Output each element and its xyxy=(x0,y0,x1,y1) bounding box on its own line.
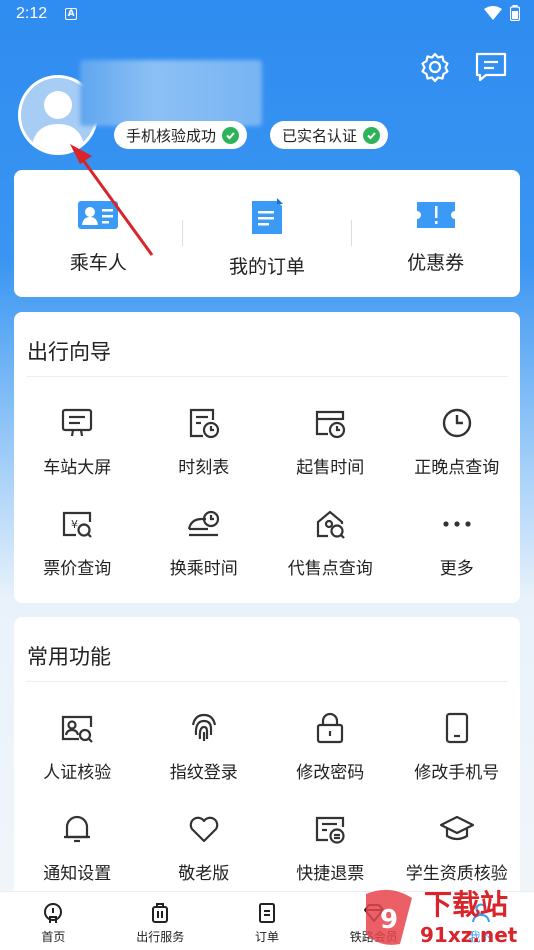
common-notify-settings[interactable]: 通知设置 xyxy=(14,783,141,884)
more-dots-icon xyxy=(439,506,475,542)
guide-transfer-time[interactable]: 换乘时间 xyxy=(141,478,268,579)
sale-time-icon xyxy=(312,405,348,441)
graduation-cap-icon xyxy=(439,811,475,847)
timetable-icon xyxy=(186,405,222,441)
quick-actions-card: 乘车人 我的订单 优惠券 xyxy=(14,170,520,297)
common-label: 指纹登录 xyxy=(169,763,238,783)
wifi-icon xyxy=(484,6,502,20)
bell-icon xyxy=(59,811,95,847)
site-watermark: 9 下载站 91xz.net xyxy=(360,884,530,948)
message-icon[interactable] xyxy=(474,50,508,84)
fingerprint-icon xyxy=(186,710,222,746)
common-change-password[interactable]: 修改密码 xyxy=(267,682,394,783)
common-quick-refund[interactable]: 快捷退票 xyxy=(267,783,394,884)
nav-travel-service[interactable]: 出行服务 xyxy=(107,892,214,950)
travel-guide-card: 出行向导 车站大屏 时刻表 起售时间 正晚点查询 ¥ 票价查询 换乘时间 代售点… xyxy=(14,312,520,603)
common-label: 通知设置 xyxy=(43,864,112,884)
guide-label: 换乘时间 xyxy=(169,559,238,579)
realname-verified-badge: 已实名认证 xyxy=(270,121,389,149)
passenger-card-icon xyxy=(78,201,119,229)
agency-search-icon xyxy=(312,506,348,542)
quick-orders[interactable]: 我的订单 xyxy=(183,170,352,297)
nav-orders[interactable]: 订单 xyxy=(214,892,321,950)
common-elderly-mode[interactable]: 敬老版 xyxy=(141,783,268,884)
guide-grid: 车站大屏 时刻表 起售时间 正晚点查询 ¥ 票价查询 换乘时间 代售点查询 更多 xyxy=(14,377,520,579)
guide-fare-query[interactable]: ¥ 票价查询 xyxy=(14,478,141,579)
order-document-icon xyxy=(252,198,283,234)
quick-passenger[interactable]: 乘车人 xyxy=(14,170,183,297)
common-label: 修改手机号 xyxy=(414,763,500,783)
notification-icon: A xyxy=(65,8,78,20)
guide-more[interactable]: 更多 xyxy=(394,478,521,579)
guide-timetable[interactable]: 时刻表 xyxy=(141,377,268,478)
fare-search-icon: ¥ xyxy=(59,506,95,542)
common-label: 学生资质核验 xyxy=(405,864,508,884)
check-icon xyxy=(222,126,240,144)
common-label: 人证核验 xyxy=(43,763,112,783)
check-icon xyxy=(363,126,381,144)
svg-text:91xz.net: 91xz.net xyxy=(420,923,518,947)
settings-gear-icon[interactable] xyxy=(418,50,452,84)
id-verify-icon xyxy=(59,710,95,746)
home-train-icon xyxy=(44,903,63,923)
section-title: 常用功能 xyxy=(27,645,111,669)
status-time: 2:12 xyxy=(16,5,48,22)
section-title: 出行向导 xyxy=(27,340,111,364)
lock-icon xyxy=(312,710,348,746)
guide-label: 起售时间 xyxy=(296,458,365,478)
phone-icon xyxy=(439,710,475,746)
svg-text:9: 9 xyxy=(380,905,398,935)
guide-label: 代售点查询 xyxy=(287,559,373,579)
luggage-icon xyxy=(152,903,169,923)
guide-label: 车站大屏 xyxy=(43,458,112,478)
nav-label: 订单 xyxy=(254,930,279,944)
heart-icon xyxy=(186,811,222,847)
header-actions xyxy=(418,50,508,84)
quick-label: 我的订单 xyxy=(229,256,306,278)
common-label: 修改密码 xyxy=(296,763,365,783)
battery-icon xyxy=(510,5,520,21)
common-grid: 人证核验 指纹登录 修改密码 修改手机号 通知设置 敬老版 快捷退票 学生资质核… xyxy=(14,682,520,884)
quick-label: 优惠券 xyxy=(407,252,465,274)
common-label: 快捷退票 xyxy=(296,864,365,884)
coupon-icon xyxy=(416,202,455,228)
guide-sale-time[interactable]: 起售时间 xyxy=(267,377,394,478)
guide-label: 更多 xyxy=(439,559,474,579)
transfer-time-icon xyxy=(186,506,222,542)
guide-label: 票价查询 xyxy=(43,559,112,579)
username-redacted xyxy=(80,60,262,126)
guide-station-screen[interactable]: 车站大屏 xyxy=(14,377,141,478)
common-student-verify[interactable]: 学生资质核验 xyxy=(394,783,521,884)
station-screen-icon xyxy=(59,405,95,441)
badge-label: 手机核验成功 xyxy=(126,126,217,145)
quick-label: 乘车人 xyxy=(69,252,127,274)
guide-label: 时刻表 xyxy=(178,458,230,478)
nav-label: 首页 xyxy=(41,930,66,944)
common-label: 敬老版 xyxy=(178,864,230,884)
svg-text:¥: ¥ xyxy=(71,518,78,531)
guide-delay-query[interactable]: 正晚点查询 xyxy=(394,377,521,478)
guide-label: 正晚点查询 xyxy=(414,458,500,478)
common-fingerprint-login[interactable]: 指纹登录 xyxy=(141,682,268,783)
badge-label: 已实名认证 xyxy=(282,126,358,145)
common-id-verify[interactable]: 人证核验 xyxy=(14,682,141,783)
order-icon xyxy=(258,903,275,923)
guide-agency-query[interactable]: 代售点查询 xyxy=(267,478,394,579)
common-functions-card: 常用功能 人证核验 指纹登录 修改密码 修改手机号 通知设置 敬老版 快捷退票 … xyxy=(14,617,520,907)
nav-home[interactable]: 首页 xyxy=(0,892,107,950)
status-bar: 2:12 A xyxy=(0,0,534,28)
quick-refund-icon xyxy=(312,811,348,847)
nav-label: 出行服务 xyxy=(136,930,185,944)
phone-verified-badge: 手机核验成功 xyxy=(114,121,248,149)
watermark-logo: 9 下载站 91xz.net xyxy=(366,888,518,947)
svg-text:下载站: 下载站 xyxy=(424,888,508,921)
quick-coupons[interactable]: 优惠券 xyxy=(351,170,520,297)
clock-icon xyxy=(439,405,475,441)
common-change-phone[interactable]: 修改手机号 xyxy=(394,682,521,783)
